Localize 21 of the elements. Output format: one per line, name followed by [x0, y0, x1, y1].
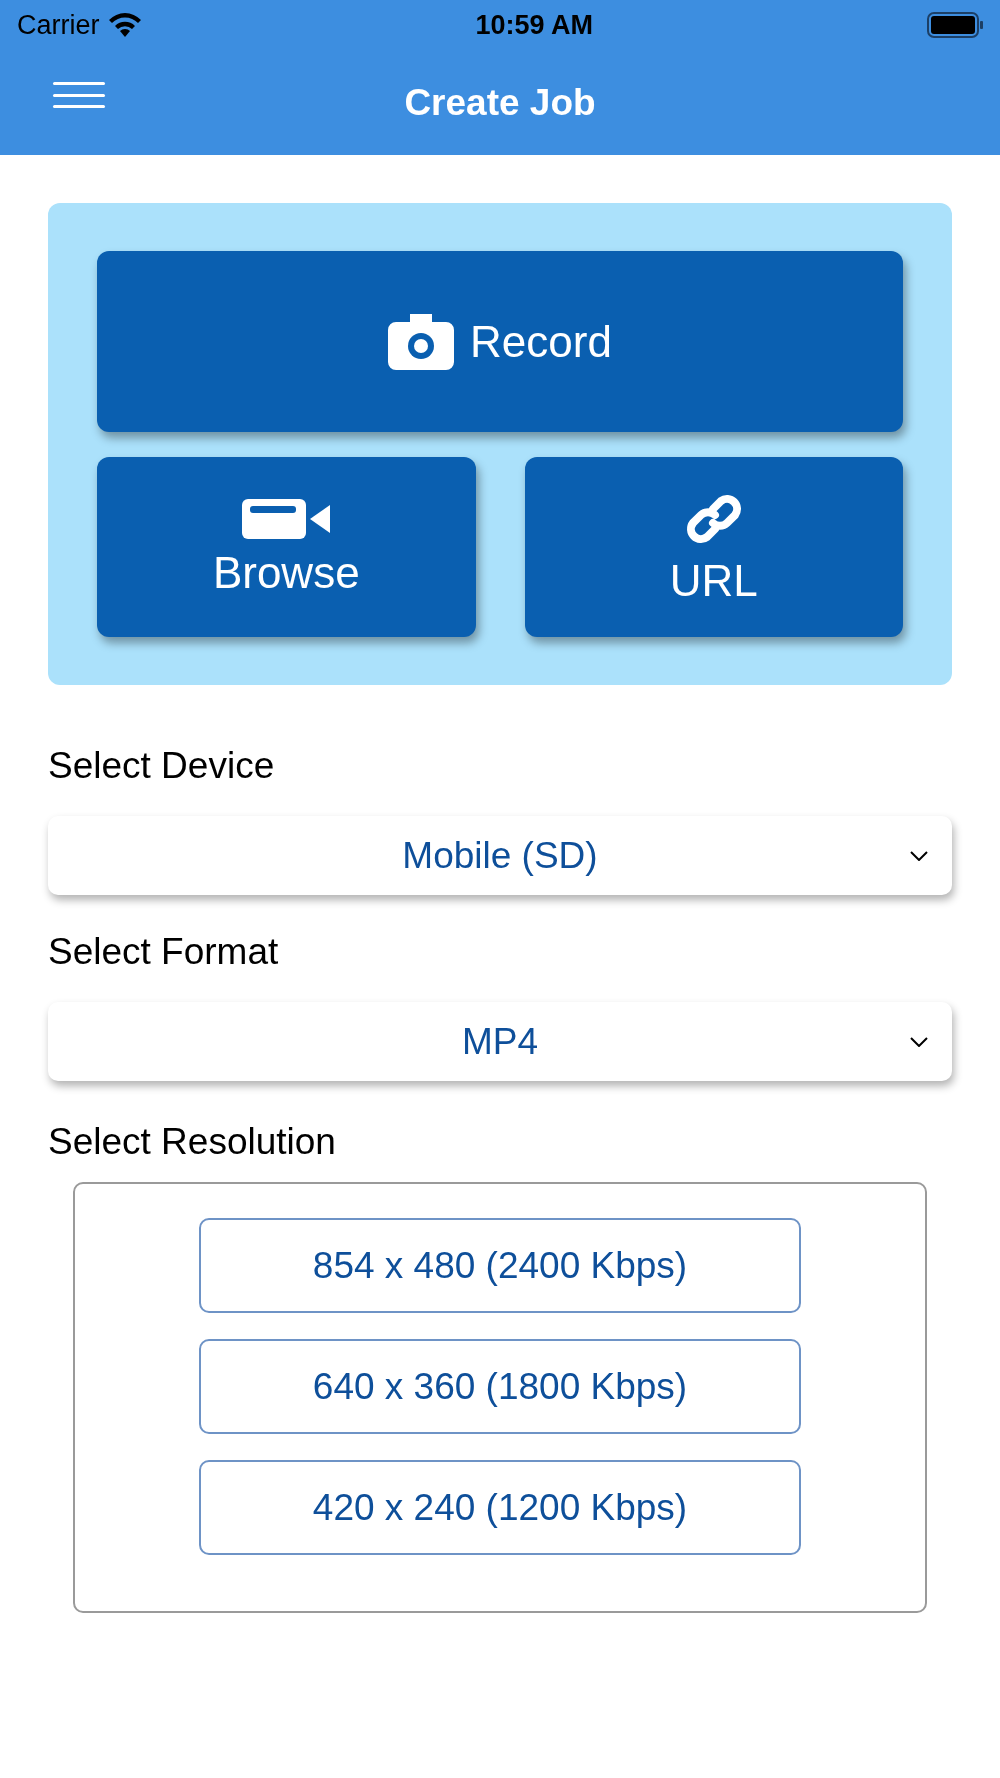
status-time: 10:59 AM	[475, 8, 594, 42]
chevron-down-icon	[910, 851, 928, 861]
video-camera-icon	[242, 499, 331, 539]
chevron-down-icon	[910, 1037, 928, 1047]
record-button[interactable]: Record	[97, 251, 903, 432]
page-title: Create Job	[404, 80, 596, 125]
field-label: Select Device	[48, 747, 276, 784]
resolution-option[interactable]: 854 x 480 (2400 Kbps)	[199, 1218, 801, 1313]
battery-icon	[927, 12, 983, 38]
field-label: Select Resolution	[48, 1123, 337, 1160]
menu-icon[interactable]	[53, 82, 105, 108]
url-button[interactable]: URL	[524, 457, 903, 637]
dropdown-field[interactable]: Mobile (SD)	[48, 816, 952, 895]
field-label: Select Format	[48, 933, 280, 970]
browse-button[interactable]: Browse	[97, 457, 476, 637]
camera-icon	[388, 313, 455, 370]
dropdown-field[interactable]: MP4	[48, 1002, 952, 1081]
wifi-icon	[107, 13, 142, 37]
resolution-option[interactable]: 420 x 240 (1200 Kbps)	[199, 1460, 801, 1555]
resolution-option[interactable]: 640 x 360 (1800 Kbps)	[199, 1339, 801, 1434]
carrier-label: Carrier	[17, 8, 100, 42]
